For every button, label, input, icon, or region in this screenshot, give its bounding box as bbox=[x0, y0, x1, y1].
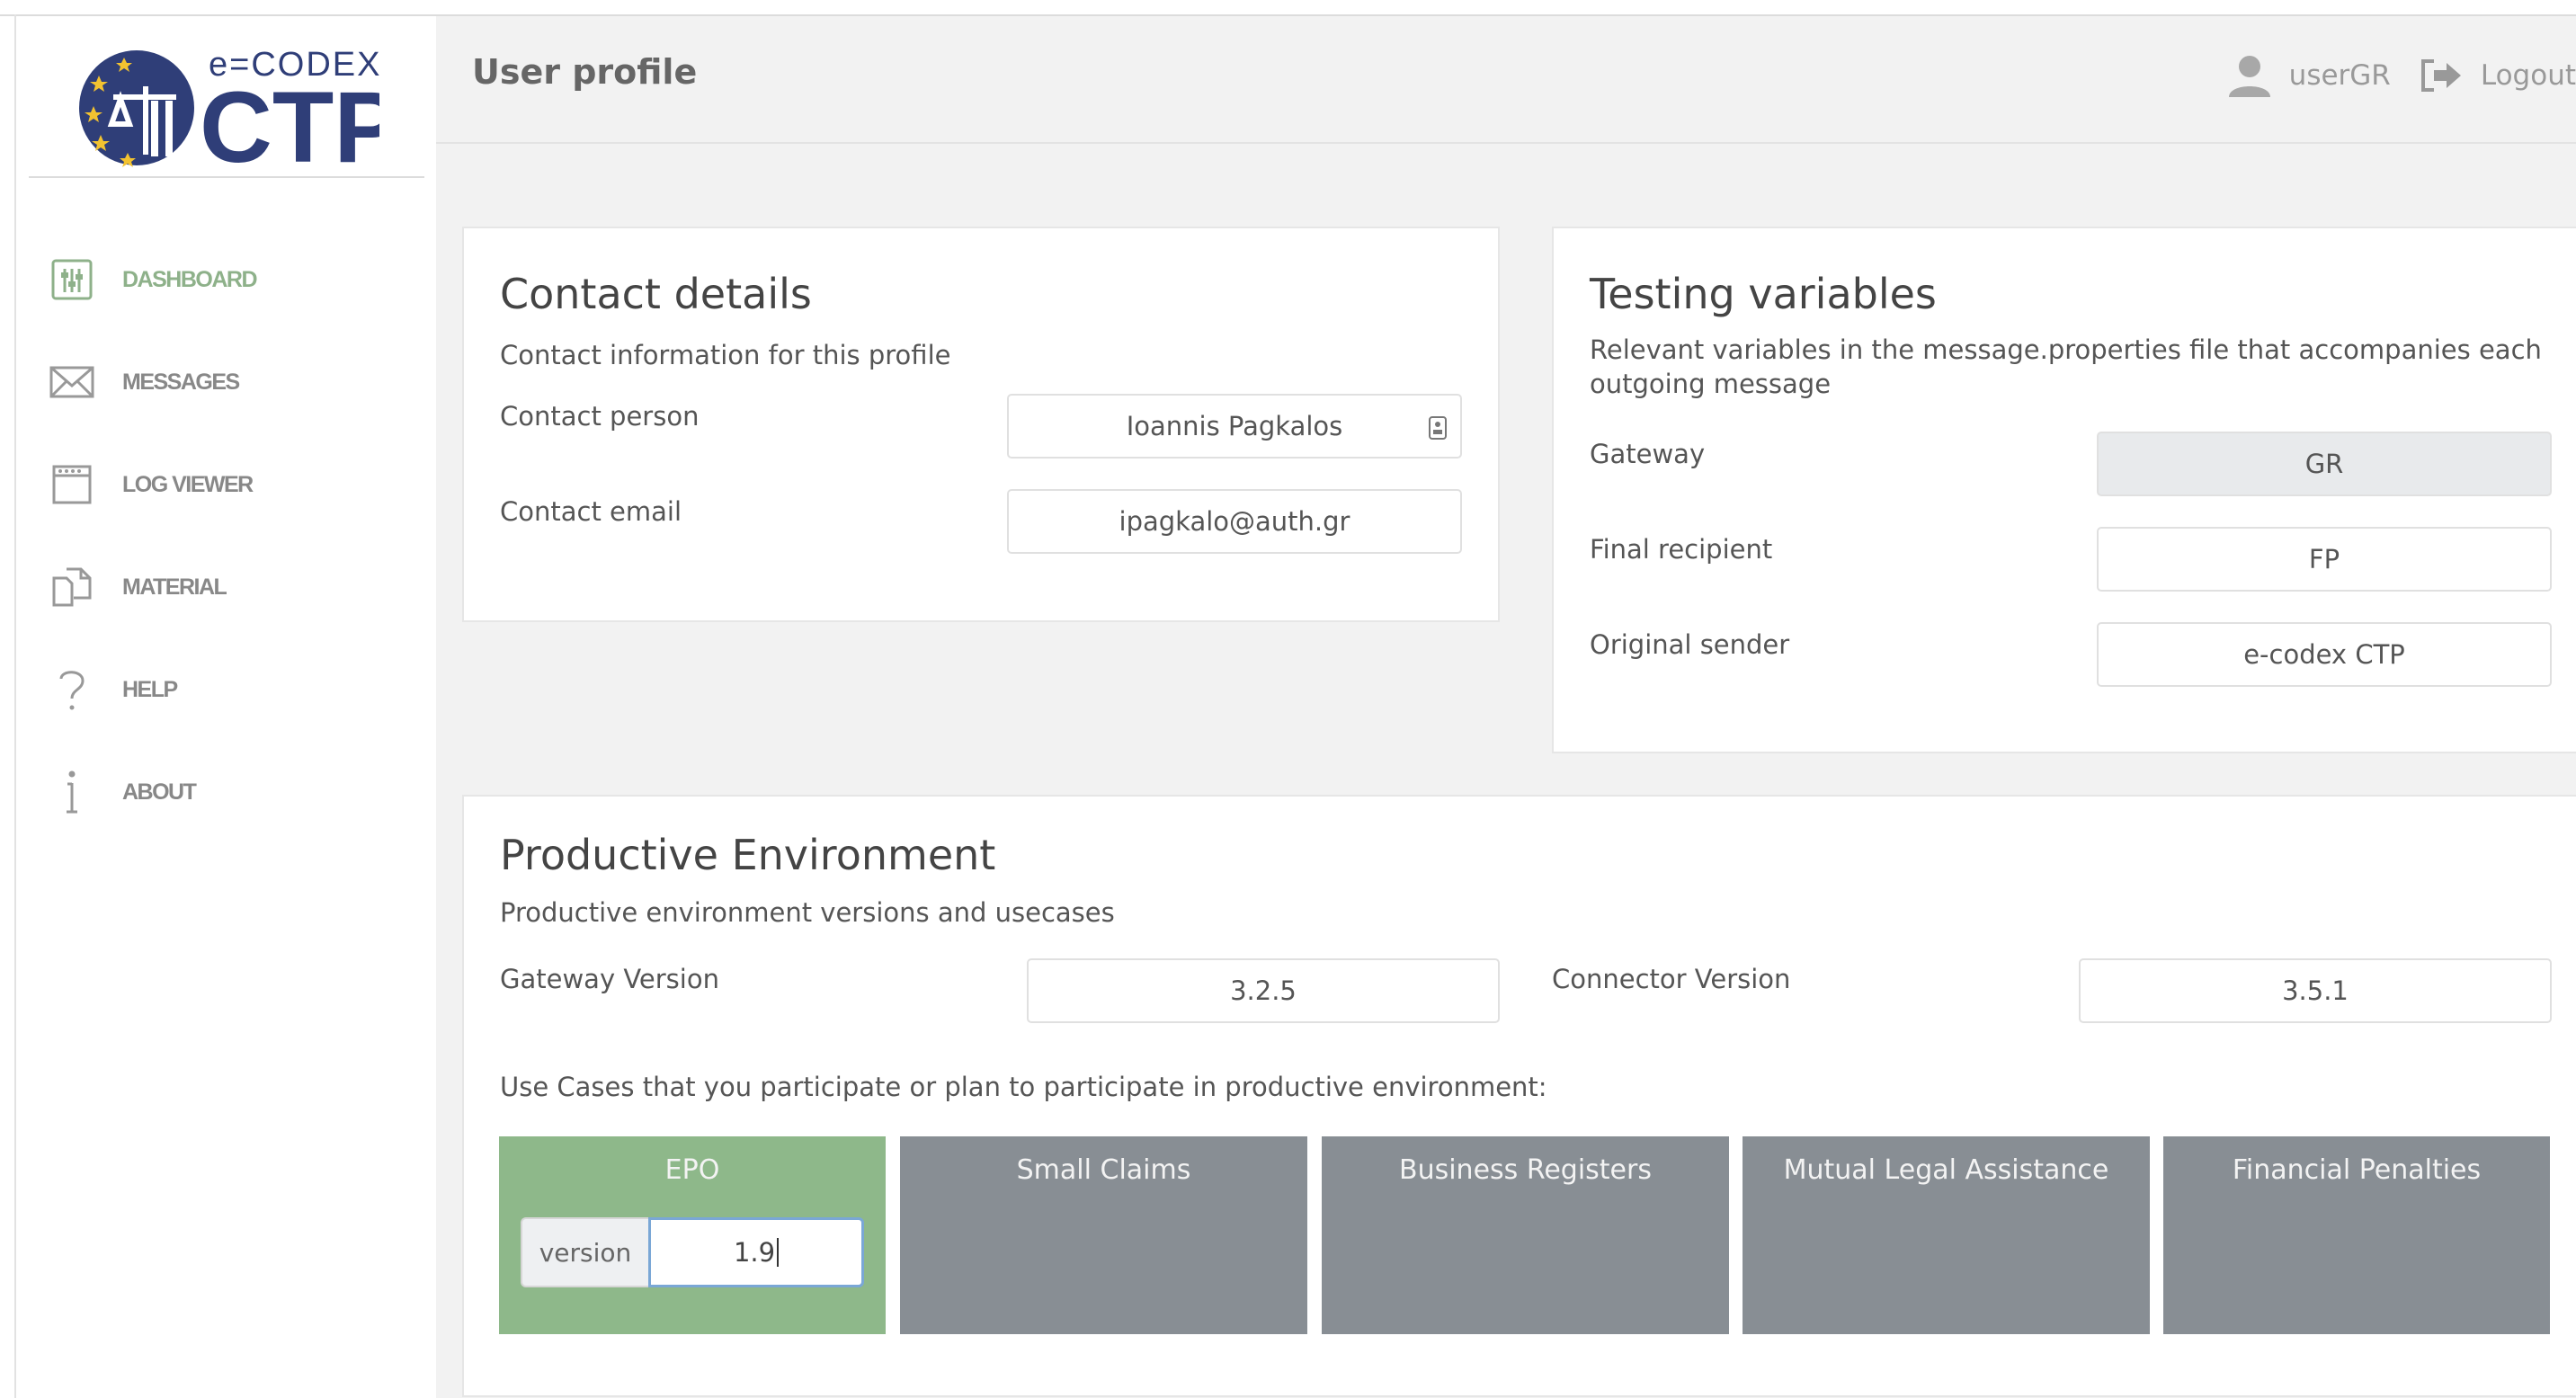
testing-subtitle-line2: outgoing message bbox=[1590, 369, 1832, 399]
testing-variables-card: Testing variables Relevant variables in … bbox=[1552, 227, 2576, 753]
gateway-value: GR bbox=[2304, 449, 2344, 479]
sidebar-item-messages[interactable]: MESSAGES bbox=[49, 351, 426, 414]
username-link[interactable]: userGR bbox=[2289, 59, 2391, 92]
sidebar: e=CODEX CTP DASHBOARD MESSAGES LOG VIEWE… bbox=[16, 16, 436, 1398]
final-recipient-value: FP bbox=[2308, 544, 2340, 574]
original-sender-value: e-codex CTP bbox=[2243, 639, 2405, 670]
user-icon[interactable] bbox=[2226, 52, 2273, 99]
epo-version-value: 1.9 bbox=[733, 1237, 776, 1268]
connector-version-input[interactable]: 3.5.1 bbox=[2079, 958, 2552, 1023]
epo-version-input[interactable]: 1.9 bbox=[648, 1217, 864, 1287]
usecases-label: Use Cases that you participate or plan t… bbox=[500, 1072, 1547, 1102]
gateway-version-input[interactable]: 3.2.5 bbox=[1027, 958, 1500, 1023]
usecase-label: Mutual Legal Assistance bbox=[1783, 1154, 2109, 1186]
usecase-tile-epo[interactable]: EPO version 1.9 bbox=[499, 1136, 886, 1334]
logout-link[interactable]: Logout bbox=[2481, 59, 2576, 92]
sidebar-item-material[interactable]: MATERIAL bbox=[49, 556, 426, 619]
page-title: User profile bbox=[472, 52, 698, 92]
productive-subtitle: Productive environment versions and usec… bbox=[500, 897, 1115, 928]
contact-person-value: Ioannis Pagkalos bbox=[1126, 411, 1343, 441]
original-sender-label: Original sender bbox=[1590, 629, 1790, 660]
logout-icon[interactable] bbox=[2420, 58, 2465, 93]
usecase-tile-mutual-legal-assistance[interactable]: Mutual Legal Assistance bbox=[1743, 1136, 2150, 1334]
window-icon bbox=[49, 461, 95, 508]
productive-title: Productive Environment bbox=[500, 831, 996, 879]
final-recipient-input[interactable]: FP bbox=[2097, 527, 2552, 592]
user-area: userGR Logout bbox=[2226, 49, 2576, 102]
connector-version-label: Connector Version bbox=[1552, 964, 1791, 994]
usecase-tile-financial-penalties[interactable]: Financial Penalties bbox=[2163, 1136, 2550, 1334]
sidebar-item-label: HELP bbox=[122, 676, 178, 702]
logo-main-text: CTP bbox=[200, 71, 379, 182]
sidebar-item-dashboard[interactable]: DASHBOARD bbox=[49, 248, 426, 311]
usecase-label: Financial Penalties bbox=[2232, 1154, 2482, 1186]
text-caret bbox=[777, 1238, 780, 1267]
testing-subtitle-line1: Relevant variables in the message.proper… bbox=[1590, 334, 2542, 365]
gateway-version-value: 3.2.5 bbox=[1230, 975, 1297, 1006]
sidebar-item-label: ABOUT bbox=[122, 779, 197, 805]
documents-icon bbox=[49, 564, 95, 610]
sliders-icon bbox=[49, 256, 95, 303]
usecase-tile-business-registers[interactable]: Business Registers bbox=[1322, 1136, 1729, 1334]
sidebar-item-help[interactable]: HELP bbox=[49, 658, 426, 721]
usecase-tile-small-claims[interactable]: Small Claims bbox=[900, 1136, 1307, 1334]
contact-details-card: Contact details Contact information for … bbox=[462, 227, 1500, 622]
sidebar-item-label: MATERIAL bbox=[122, 574, 227, 600]
contact-email-value: ipagkalo@auth.gr bbox=[1119, 506, 1350, 537]
sidebar-item-log-viewer[interactable]: LOG VIEWER bbox=[49, 453, 426, 516]
contact-subtitle: Contact information for this profile bbox=[500, 340, 951, 370]
contact-person-label: Contact person bbox=[500, 401, 700, 432]
ecodex-ctp-logo[interactable]: e=CODEX CTP bbox=[74, 29, 401, 183]
logo-divider bbox=[29, 176, 424, 178]
sidebar-item-label: DASHBOARD bbox=[122, 266, 258, 292]
version-addon-label: version bbox=[521, 1217, 648, 1287]
envelope-icon bbox=[49, 359, 95, 405]
testing-title: Testing variables bbox=[1590, 270, 1937, 318]
sidebar-item-about[interactable]: ABOUT bbox=[49, 761, 426, 824]
epo-version-group: version 1.9 bbox=[521, 1217, 864, 1287]
top-header: User profile userGR Logout bbox=[436, 16, 2576, 144]
contact-email-label: Contact email bbox=[500, 496, 682, 527]
question-icon bbox=[49, 666, 95, 713]
connector-version-value: 3.5.1 bbox=[2282, 975, 2349, 1006]
gateway-label: Gateway bbox=[1590, 439, 1706, 469]
original-sender-input[interactable]: e-codex CTP bbox=[2097, 622, 2552, 687]
final-recipient-label: Final recipient bbox=[1590, 534, 1773, 565]
contact-email-input[interactable]: ipagkalo@auth.gr bbox=[1007, 489, 1462, 554]
info-icon bbox=[49, 769, 95, 815]
contact-card-icon[interactable] bbox=[1428, 415, 1448, 447]
contact-title: Contact details bbox=[500, 270, 812, 318]
gateway-version-label: Gateway Version bbox=[500, 964, 719, 994]
contact-person-input[interactable]: Ioannis Pagkalos bbox=[1007, 394, 1462, 459]
usecase-label: Business Registers bbox=[1399, 1154, 1652, 1186]
gateway-field: GR bbox=[2097, 432, 2552, 496]
usecase-label: Small Claims bbox=[1016, 1154, 1191, 1186]
sidebar-item-label: MESSAGES bbox=[122, 369, 240, 395]
usecase-label: EPO bbox=[664, 1154, 720, 1186]
sidebar-item-label: LOG VIEWER bbox=[122, 471, 254, 497]
